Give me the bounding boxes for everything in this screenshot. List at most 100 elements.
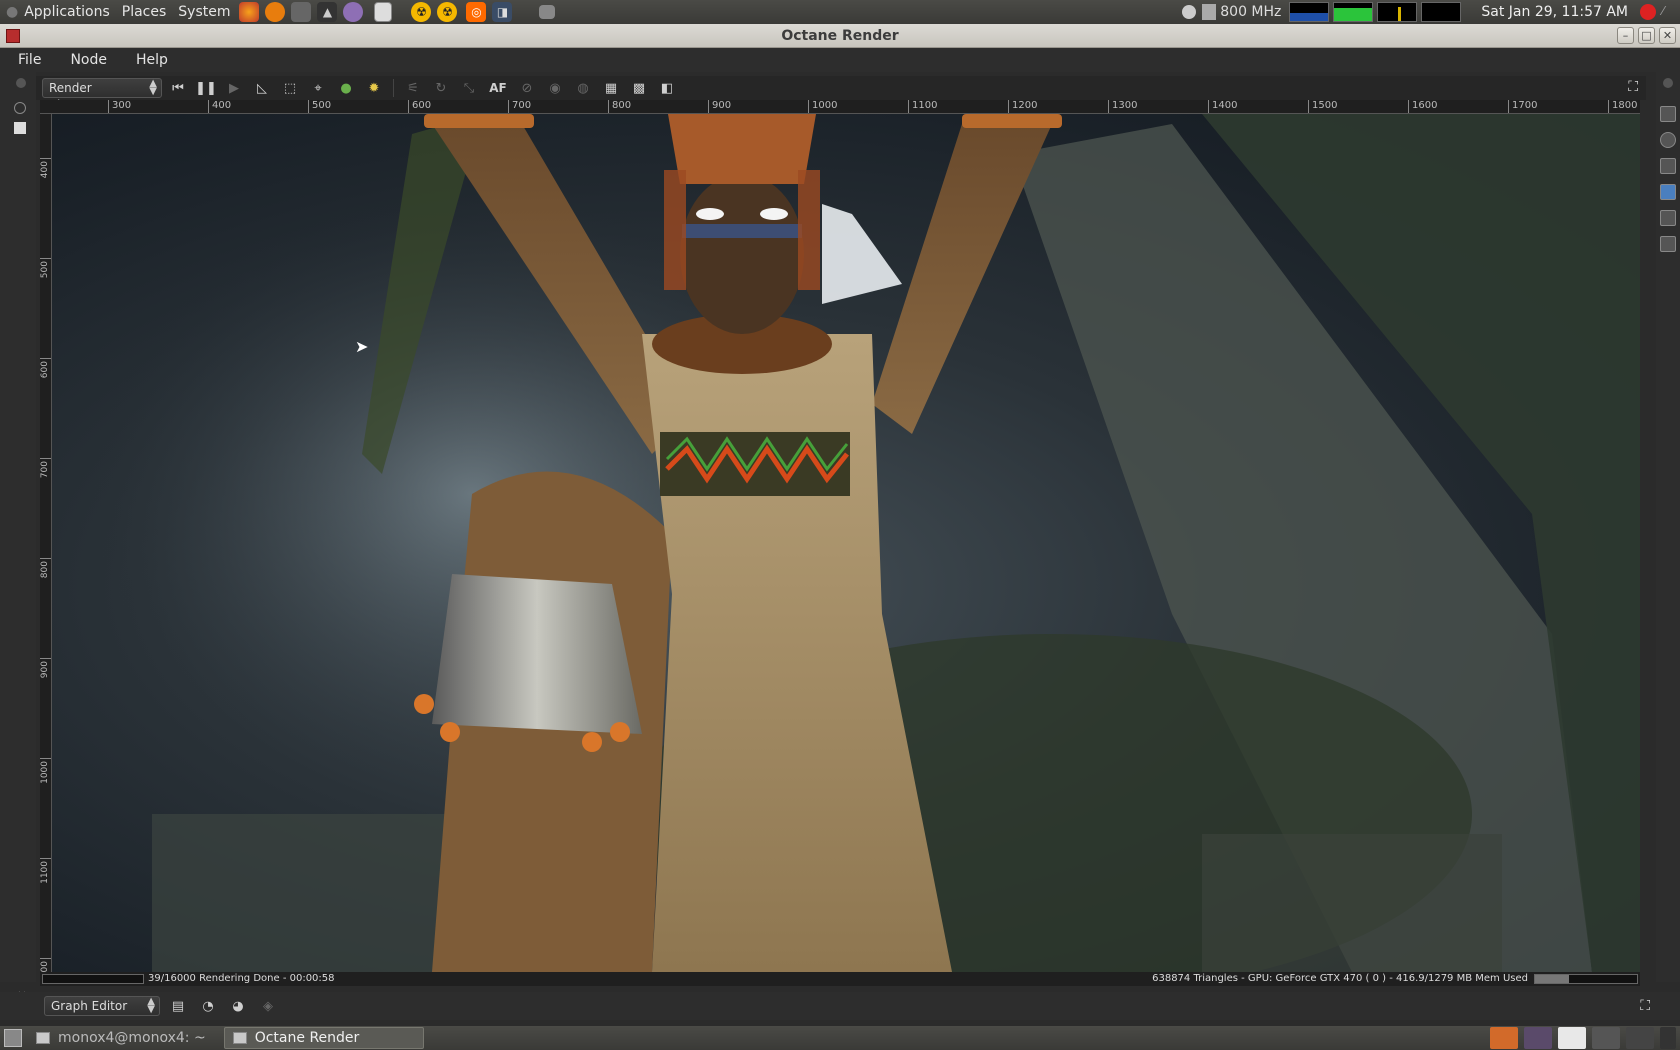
sphere-alt-icon[interactable]: ◍ bbox=[571, 77, 595, 99]
applications-menu[interactable]: Applications bbox=[18, 0, 116, 24]
lock-icon[interactable]: ⊘ bbox=[515, 77, 539, 99]
node-tools-icon[interactable]: ◕ bbox=[226, 995, 250, 1017]
houdini-icon[interactable]: ◎ bbox=[466, 2, 487, 22]
material-picker-icon[interactable]: ● bbox=[334, 77, 358, 99]
add-node-icon[interactable]: ◔ bbox=[196, 995, 220, 1017]
render-viewport[interactable]: ➤ bbox=[52, 114, 1640, 972]
show-desktop-icon[interactable] bbox=[4, 1029, 22, 1047]
app-icon[interactable]: ◨ bbox=[492, 2, 513, 22]
ruler-tick: 400 bbox=[208, 100, 231, 113]
ruler-icon[interactable]: ◺ bbox=[250, 77, 274, 99]
ruler-tick-label: 1000 bbox=[40, 761, 50, 784]
graph-editor-mode-select[interactable]: Graph Editor ▲ ▼ bbox=[44, 996, 160, 1016]
split-view-icon[interactable]: ◧ bbox=[655, 77, 679, 99]
kernel-icon[interactable] bbox=[1660, 236, 1676, 252]
region-icon[interactable]: ⬚ bbox=[278, 77, 302, 99]
restart-render-icon[interactable]: ⏮ bbox=[166, 77, 190, 99]
ruler-tick: 1200 bbox=[1008, 100, 1037, 113]
workspace-1[interactable] bbox=[1490, 1027, 1518, 1049]
workspace-2[interactable] bbox=[1524, 1027, 1552, 1049]
dock-handle-right-icon[interactable] bbox=[1663, 78, 1673, 88]
zoom-icon[interactable] bbox=[14, 102, 26, 114]
focus-icon: ⤡ bbox=[463, 80, 475, 96]
weather-icon[interactable] bbox=[1182, 5, 1197, 19]
cpu-graph[interactable] bbox=[1289, 2, 1330, 22]
workspace-5[interactable] bbox=[1626, 1027, 1654, 1049]
render-icon[interactable] bbox=[291, 2, 312, 22]
network-icon[interactable]: ▲ bbox=[317, 2, 338, 22]
gnome-foot-icon[interactable]: ● bbox=[0, 0, 18, 24]
open-icon[interactable]: ▤ bbox=[166, 995, 190, 1017]
terminal-icon[interactable] bbox=[374, 2, 393, 22]
fullscreen-icon[interactable]: ⛶ bbox=[1628, 79, 1638, 95]
right-dock bbox=[1656, 72, 1680, 982]
nuke-x-icon[interactable]: ☢ bbox=[437, 2, 458, 22]
menu-node[interactable]: Node bbox=[52, 52, 118, 68]
clock[interactable]: Sat Jan 29, 11:57 AM bbox=[1463, 4, 1640, 20]
app-menubar: File Node Help bbox=[0, 48, 1680, 72]
dock-handle-icon[interactable] bbox=[16, 78, 26, 88]
ruler-tick: 500 bbox=[40, 258, 51, 278]
load-graph[interactable] bbox=[1421, 2, 1462, 22]
trash-icon[interactable] bbox=[1660, 1027, 1676, 1049]
task-octane-label: Octane Render bbox=[254, 1030, 360, 1046]
workspace-4[interactable] bbox=[1592, 1027, 1620, 1049]
system-menu[interactable]: System bbox=[172, 0, 236, 24]
task-octane[interactable]: Octane Render bbox=[223, 1027, 424, 1049]
ruler-tick-label: 1100 bbox=[40, 861, 50, 884]
minimize-button[interactable]: – bbox=[1617, 27, 1634, 44]
ruler-tick: 1300 bbox=[1108, 100, 1137, 113]
window-menu-icon[interactable] bbox=[6, 29, 20, 43]
gpu-memory-bar bbox=[1534, 974, 1638, 984]
places-menu[interactable]: Places bbox=[116, 0, 173, 24]
panel-toggle-icon[interactable] bbox=[14, 122, 26, 134]
graph-fullscreen-icon[interactable]: ⛶ bbox=[1640, 998, 1650, 1014]
ruler-tick: 1600 bbox=[1408, 100, 1437, 113]
ruler-tick-label: 900 bbox=[40, 661, 50, 679]
shutdown-icon[interactable] bbox=[1640, 4, 1656, 20]
picker-icon[interactable]: ⌖ bbox=[306, 77, 330, 99]
ruler-tick: 1000 bbox=[40, 758, 51, 784]
render-stats-text: 638874 Triangles - GPU: GeForce GTX 470 … bbox=[1152, 973, 1528, 984]
node-settings-icon[interactable]: ◈ bbox=[256, 995, 280, 1017]
network-graph[interactable] bbox=[1377, 2, 1418, 22]
ruler-tick-label: 600 bbox=[40, 361, 50, 379]
user-icon[interactable]: ⁄ bbox=[1662, 4, 1674, 20]
workspace-3[interactable] bbox=[1558, 1027, 1586, 1049]
menu-file[interactable]: File bbox=[0, 52, 52, 68]
checker-icon[interactable]: ▩ bbox=[627, 77, 651, 99]
memory-graph[interactable] bbox=[1333, 2, 1374, 22]
layers-icon[interactable] bbox=[1660, 158, 1676, 174]
play-icon[interactable]: ▶ bbox=[222, 77, 246, 99]
presenter-icon[interactable] bbox=[539, 5, 556, 19]
viewport-mode-select[interactable]: Render Viewport ▲▼ bbox=[42, 78, 162, 112]
environment-icon[interactable] bbox=[1660, 184, 1676, 200]
grid-icon[interactable]: ▦ bbox=[599, 77, 623, 99]
pidgin-icon[interactable] bbox=[343, 2, 364, 22]
render-progress-bar bbox=[42, 974, 144, 984]
menu-help[interactable]: Help bbox=[118, 52, 179, 68]
image-settings-icon[interactable] bbox=[1660, 106, 1676, 122]
render-statusbar: 39/16000 Rendering Done - 00:00:58 63887… bbox=[40, 972, 1640, 986]
ruler-tick: 1100 bbox=[40, 858, 51, 884]
ruler-tick: 500 bbox=[308, 100, 331, 113]
ruler-tick: 900 bbox=[708, 100, 731, 113]
window-titlebar[interactable]: Octane Render – □ ✕ bbox=[0, 24, 1680, 48]
render-image bbox=[92, 114, 1640, 972]
firefox-icon[interactable] bbox=[239, 2, 260, 22]
graph-editor-toolbar: Graph Editor ▲ ▼ ▤ ◔ ◕ ◈ ⛶ bbox=[0, 992, 1680, 1020]
close-button[interactable]: ✕ bbox=[1659, 27, 1676, 44]
ruler-tick: 300 bbox=[108, 100, 131, 113]
ruler-tick-label: 700 bbox=[40, 461, 50, 479]
blender-icon[interactable] bbox=[265, 2, 286, 22]
task-terminal[interactable]: monox4@monox4: ~ bbox=[28, 1027, 218, 1049]
camera-icon[interactable] bbox=[1660, 132, 1676, 148]
light-icon[interactable]: ✹ bbox=[362, 77, 386, 99]
pause-icon[interactable]: ❚❚ bbox=[194, 77, 218, 99]
imager-icon[interactable] bbox=[1660, 210, 1676, 226]
sphere-icon[interactable]: ◉ bbox=[543, 77, 567, 99]
nuke-icon[interactable]: ☢ bbox=[411, 2, 432, 22]
auto-focus-button[interactable]: AF bbox=[485, 77, 511, 99]
ruler-tick: 1700 bbox=[1508, 100, 1537, 113]
maximize-button[interactable]: □ bbox=[1638, 27, 1655, 44]
